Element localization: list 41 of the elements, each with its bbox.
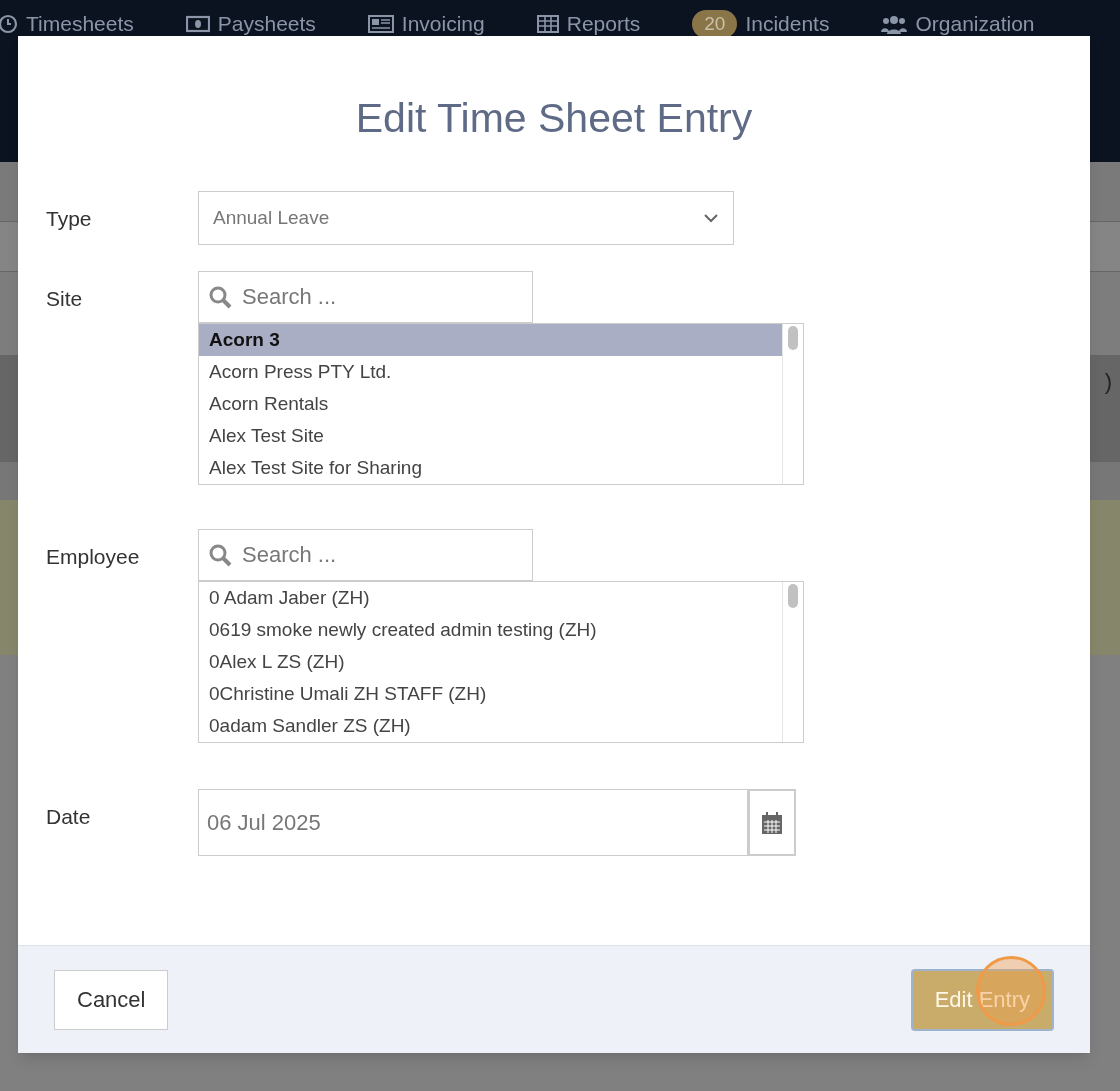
nav-link[interactable]: Reports [566,8,641,40]
search-icon [208,543,232,567]
list-option[interactable]: Alex Test Site for Sharing [199,452,782,484]
calendar-icon [761,810,783,835]
search-field[interactable]: Search ... [198,529,533,581]
search-icon [208,285,232,309]
nav-link[interactable]: Incidents [745,8,830,40]
date-field[interactable]: 06 Jul 2025 [198,789,748,856]
field-label: Employee [46,544,141,570]
cancel-button[interactable]: Cancel [54,969,169,1030]
banknote-icon [185,14,210,33]
background-text: ) [1104,368,1112,396]
nav-link[interactable]: Invoicing [401,8,485,40]
dialog-title: Edit Time Sheet Entry [355,98,753,139]
users-icon [881,13,908,34]
field-label: Site [46,286,84,312]
list-option[interactable]: Acorn 3 [199,324,782,356]
list-option[interactable]: Alex Test Site [199,420,782,452]
scrollbar-thumb[interactable] [788,326,798,350]
list-option[interactable]: 0adam Sandler ZS (ZH) [199,710,782,742]
table-icon [536,14,559,33]
list-option[interactable]: 0 Adam Jaber (ZH) [199,582,782,614]
nav-link[interactable]: Timesheets [26,8,134,40]
selected-value: Annual Leave [213,205,330,230]
nav-link[interactable]: Organization [915,8,1035,40]
list-option[interactable]: 0Alex L ZS (ZH) [199,646,782,678]
clock-icon [0,13,18,34]
list-option[interactable]: 0619 smoke newly created admin testing (ZH) [199,614,782,646]
calendar-button[interactable] [748,789,796,856]
search-field[interactable]: Search ... [198,271,533,323]
list-option[interactable]: Acorn Rentals [199,388,782,420]
field-label: Date [46,804,92,830]
count-badge: 20 [692,9,738,38]
type-dropdown[interactable]: Annual Leave [198,191,734,245]
scrollbar-thumb[interactable] [788,584,798,608]
nav-link[interactable]: Paysheets [217,8,316,40]
field-label: Type [46,206,93,232]
list-option[interactable]: 0Christine Umali ZH STAFF (ZH) [199,678,782,710]
newspaper-icon [367,14,394,33]
chevron-down-icon [703,213,719,223]
list-option[interactable]: Acorn Press PTY Ltd. [199,356,782,388]
